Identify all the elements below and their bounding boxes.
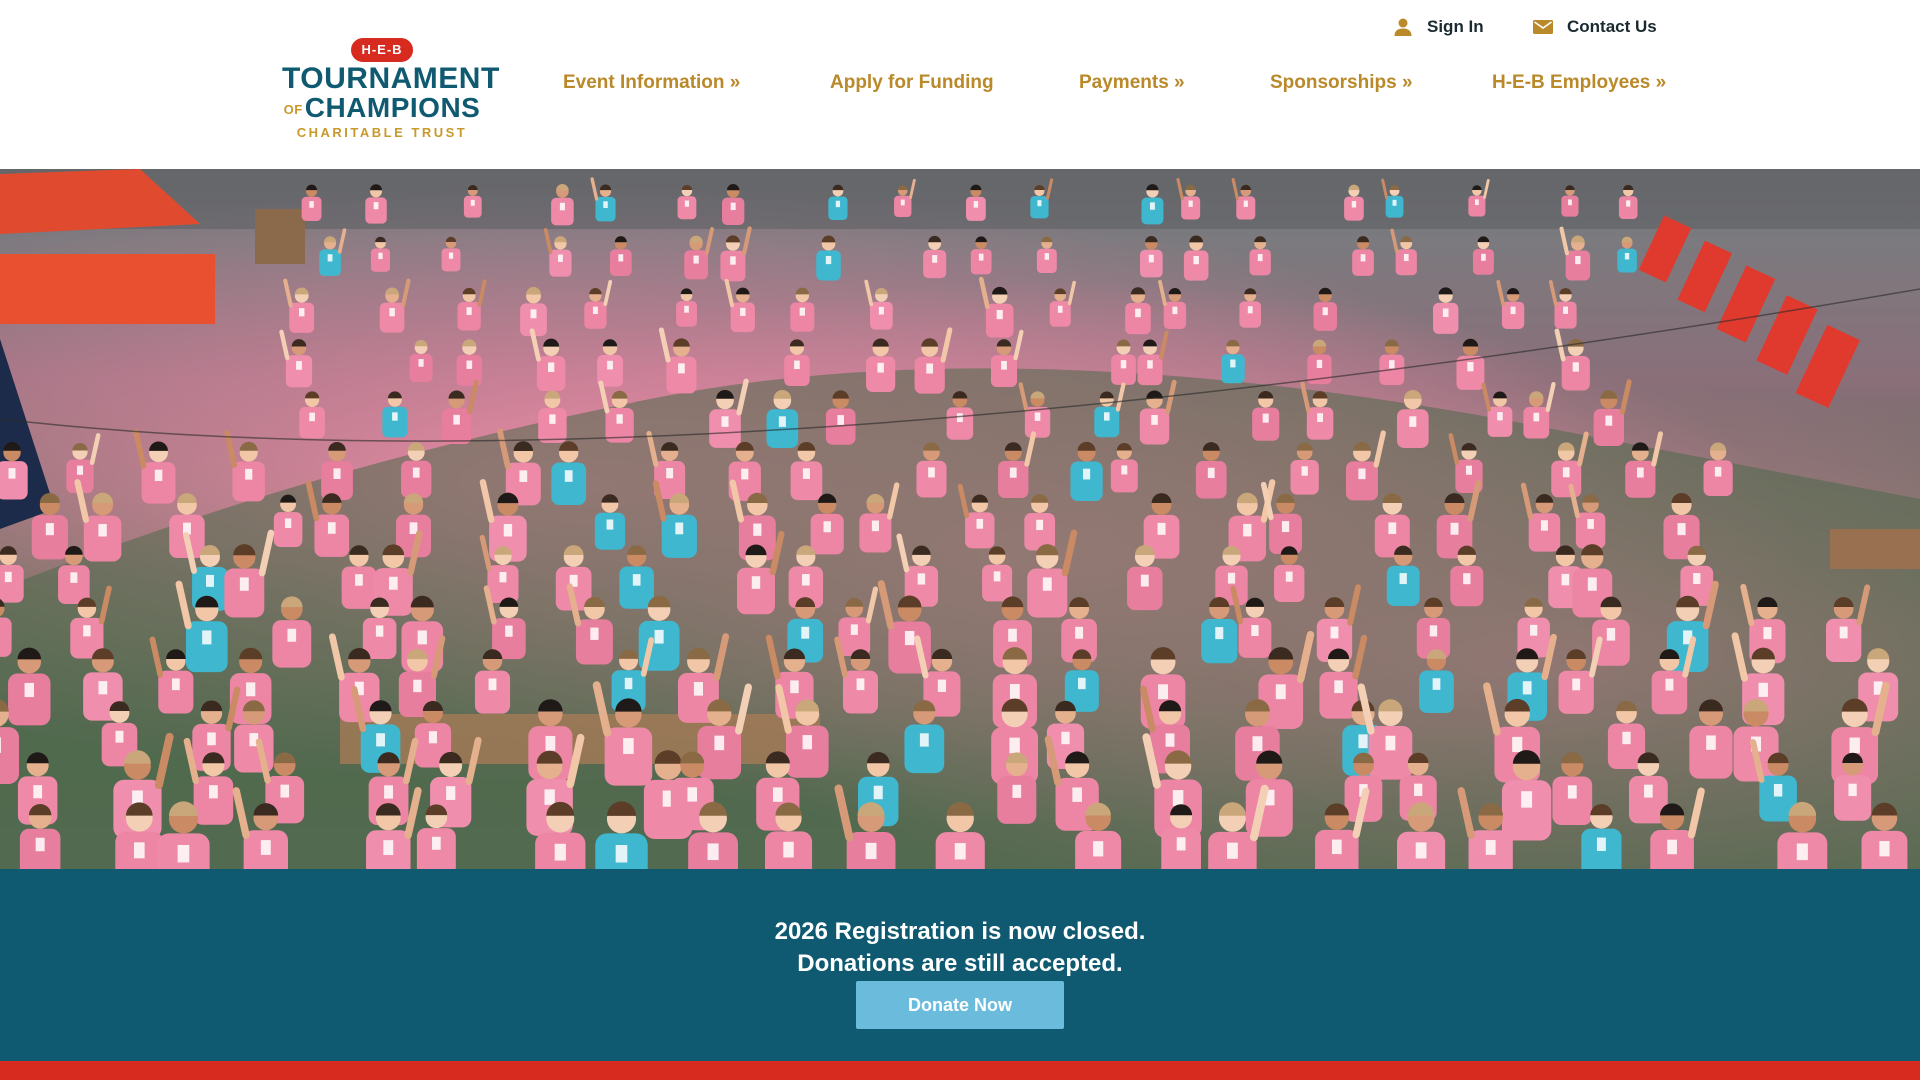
contact-us-link[interactable]: Contact Us [1533,15,1657,39]
contact-us-label: Contact Us [1567,17,1657,36]
hero-photo-illustration [0,169,1920,869]
nav-heb-employees[interactable]: H-E-B Employees » [1492,72,1666,96]
logo-line-tournament: TOURNAMENT [282,62,500,95]
person-icon [1393,17,1413,37]
site-header: H-E-B TOURNAMENT OFCHAMPIONS CHARITABLE … [0,0,1920,169]
site-logo[interactable]: H-E-B TOURNAMENT OFCHAMPIONS CHARITABLE … [282,38,500,140]
envelope-icon [1533,17,1553,37]
logo-line-champions: OFCHAMPIONS [282,94,482,124]
sign-in-link[interactable]: Sign In [1393,15,1484,39]
donate-now-button[interactable]: Donate Now [856,981,1064,1029]
nav-sponsorships[interactable]: Sponsorships » [1270,72,1413,96]
nav-payments[interactable]: Payments » [1079,72,1185,96]
logo-line-charitable-trust: CHARITABLE TRUST [296,124,468,140]
donations-accepted-text: Donations are still accepted. [797,950,1123,977]
registration-banner: 2026 Registration is now closed. Donatio… [0,869,1920,1061]
logo-champions: CHAMPIONS [304,92,481,123]
heb-logo-badge: H-E-B [351,38,413,62]
page: H-E-B TOURNAMENT OFCHAMPIONS CHARITABLE … [0,0,1920,1080]
logo-of: OF [283,101,303,117]
sign-in-label: Sign In [1427,17,1484,36]
nav-apply-for-funding[interactable]: Apply for Funding [830,72,994,96]
registration-closed-text: 2026 Registration is now closed. [774,918,1146,945]
footer-accent-bar [0,1061,1920,1080]
hero-group-photo [0,169,1920,869]
nav-event-information[interactable]: Event Information » [563,72,740,96]
